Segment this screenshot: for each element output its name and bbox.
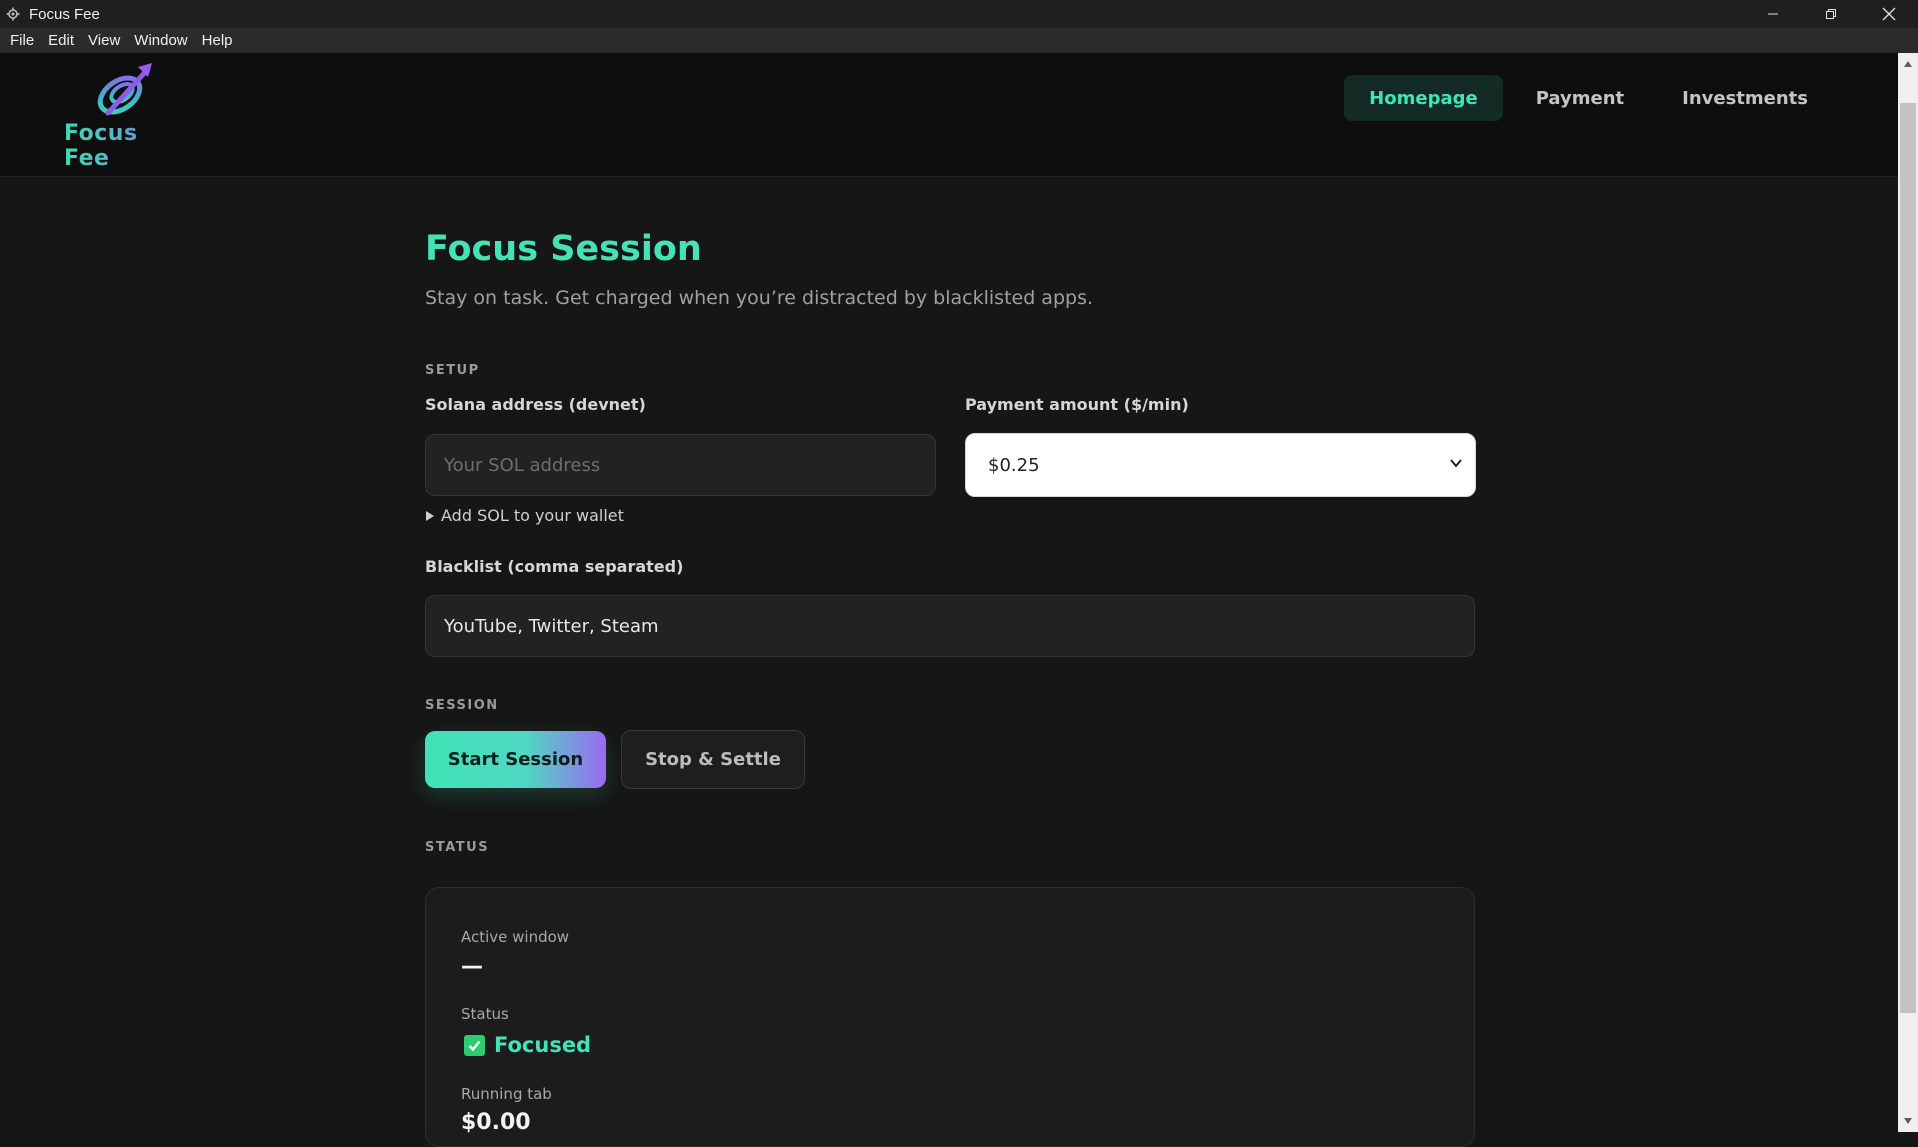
status-badge: Focused <box>464 1033 591 1057</box>
chevron-down-icon <box>1450 459 1462 468</box>
status-card: Active window — Status Focused Running t… <box>425 887 1475 1147</box>
restore-icon <box>1826 9 1836 19</box>
nav-payment[interactable]: Payment <box>1511 75 1649 121</box>
add-sol-toggle-label: Add SOL to your wallet <box>441 506 624 525</box>
menu-view[interactable]: View <box>81 28 127 53</box>
stop-settle-button[interactable]: Stop & Settle <box>621 730 805 789</box>
blacklist-label: Blacklist (comma separated) <box>425 557 684 576</box>
sol-address-label: Solana address (devnet) <box>425 395 646 414</box>
status-label: Status <box>461 1005 509 1023</box>
checkmark-icon <box>464 1034 485 1056</box>
app-gear-icon <box>5 6 21 22</box>
session-section-label: SESSION <box>425 698 499 713</box>
scroll-up-button[interactable] <box>1898 55 1918 73</box>
page-subtitle: Stay on task. Get charged when you’re di… <box>425 287 1094 309</box>
logo-text: Focus Fee <box>64 121 190 171</box>
close-icon <box>1882 7 1896 21</box>
logo-swirl-icon <box>97 63 152 116</box>
menu-help[interactable]: Help <box>195 28 240 53</box>
app-logo[interactable]: Focus Fee <box>60 57 190 171</box>
app-header: Focus Fee Homepage Payment Investments <box>0 53 1898 177</box>
menu-bar: File Edit View Window Help <box>0 28 1918 53</box>
setup-section-label: SETUP <box>425 363 480 378</box>
running-tab-label: Running tab <box>461 1085 552 1103</box>
window-titlebar: Focus Fee <box>0 0 1918 28</box>
blacklist-input[interactable] <box>425 595 1475 657</box>
status-section-label: STATUS <box>425 840 490 855</box>
minimize-icon <box>1768 13 1778 15</box>
sol-address-input[interactable] <box>425 434 936 496</box>
menu-edit[interactable]: Edit <box>41 28 81 53</box>
chevron-down-small-icon <box>1904 1118 1912 1124</box>
active-window-value: — <box>461 954 483 979</box>
triangle-right-icon <box>426 510 434 521</box>
add-sol-toggle[interactable]: Add SOL to your wallet <box>425 506 624 525</box>
status-value: Focused <box>494 1033 592 1057</box>
scroll-down-button[interactable] <box>1898 1112 1918 1130</box>
minimize-button[interactable] <box>1744 0 1802 28</box>
active-window-label: Active window <box>461 928 570 946</box>
chevron-up-icon <box>1904 61 1912 67</box>
menu-window[interactable]: Window <box>127 28 194 53</box>
scrollbar-thumb[interactable] <box>1900 103 1916 1013</box>
menu-file[interactable]: File <box>3 28 41 53</box>
window-controls <box>1744 0 1918 28</box>
running-tab-value: $0.00 <box>461 1110 531 1135</box>
nav-investments[interactable]: Investments <box>1657 75 1833 121</box>
payment-amount-select[interactable]: $0.25 <box>965 433 1476 497</box>
payment-amount-value: $0.25 <box>988 454 1040 476</box>
window-title: Focus Fee <box>29 5 100 23</box>
nav-homepage[interactable]: Homepage <box>1344 75 1503 121</box>
close-window-button[interactable] <box>1860 0 1918 28</box>
payment-amount-label: Payment amount ($/min) <box>965 395 1189 414</box>
vertical-scrollbar[interactable] <box>1898 53 1918 1132</box>
start-session-button[interactable]: Start Session <box>425 731 606 788</box>
restore-button[interactable] <box>1802 0 1860 28</box>
main-nav: Homepage Payment Investments <box>1344 75 1833 121</box>
page-title: Focus Session <box>425 229 702 269</box>
